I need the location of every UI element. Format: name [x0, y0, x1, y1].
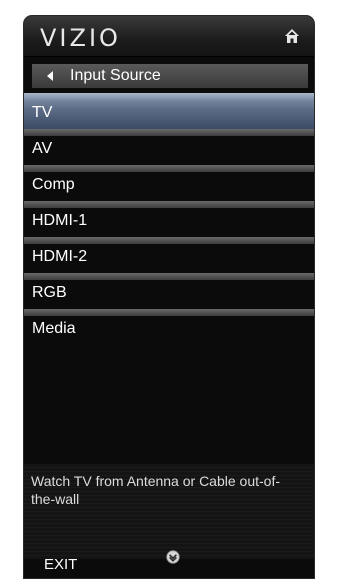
brand-logo: VIZIO — [40, 24, 121, 52]
input-source-list: TV AV Comp HDMI-1 HDMI-2 RGB Media — [24, 93, 314, 345]
back-arrow-icon[interactable] — [47, 71, 53, 81]
menu-item-label: HDMI-1 — [32, 212, 88, 229]
menu-item-tv[interactable]: TV — [24, 93, 314, 129]
menu-item-divider — [24, 273, 314, 280]
menu-item-label: HDMI-2 — [32, 248, 88, 265]
exit-button[interactable]: EXIT — [44, 556, 77, 573]
menu-item-label: TV — [32, 104, 53, 121]
menu-item-media[interactable]: Media — [24, 309, 314, 345]
page-title: Input Source — [70, 67, 161, 84]
menu-item-comp[interactable]: Comp — [24, 165, 314, 201]
menu-item-label: Media — [32, 320, 76, 337]
menu-item-divider — [24, 165, 314, 172]
menu-item-divider — [24, 237, 314, 244]
menu-item-av[interactable]: AV — [24, 129, 314, 165]
menu-item-label: Comp — [32, 176, 75, 193]
menu-item-hdmi-1[interactable]: HDMI-1 — [24, 201, 314, 237]
home-icon[interactable] — [284, 28, 300, 44]
menu-item-rgb[interactable]: RGB — [24, 273, 314, 309]
panel-header: VIZIO — [24, 16, 314, 57]
breadcrumb[interactable]: Input Source — [32, 64, 308, 88]
menu-item-divider — [24, 93, 314, 100]
menu-item-divider — [24, 201, 314, 208]
menu-item-divider — [24, 129, 314, 136]
menu-item-divider — [24, 309, 314, 316]
input-source-panel: VIZIO Input Source TV AV Comp HDMI-1 HDM… — [23, 15, 315, 579]
panel-footer: EXIT — [24, 548, 314, 578]
help-description: Watch TV from Antenna or Cable out-of-th… — [24, 464, 314, 559]
help-text: Watch TV from Antenna or Cable out-of-th… — [31, 473, 281, 507]
menu-item-hdmi-2[interactable]: HDMI-2 — [24, 237, 314, 273]
menu-item-label: RGB — [32, 284, 67, 301]
menu-item-label: AV — [32, 140, 53, 157]
scroll-down-icon[interactable] — [166, 550, 180, 564]
